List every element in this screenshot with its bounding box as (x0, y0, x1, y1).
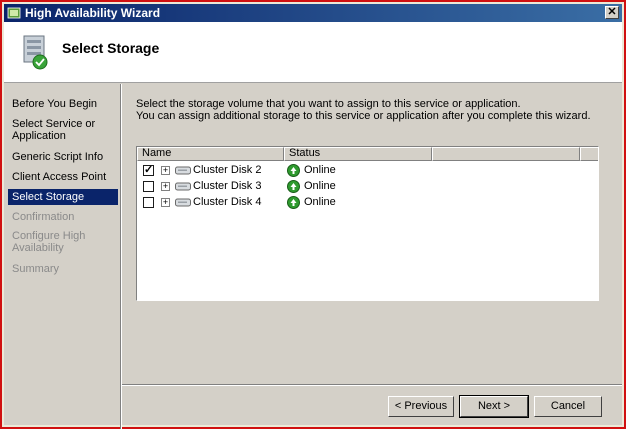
nav-item-configure-high-availability: Configure High Availability (12, 230, 86, 254)
nav-item-before-you-begin[interactable]: Before You Begin (8, 98, 118, 110)
row-checkbox[interactable]: ✓ (143, 164, 154, 176)
storage-wizard-icon (23, 35, 48, 70)
nav-item-select-service[interactable]: Select Service or Application (8, 118, 118, 142)
footer-divider (122, 384, 622, 386)
disk-name: Cluster Disk 3 (193, 180, 262, 192)
expand-icon[interactable]: + (161, 165, 170, 175)
wizard-window: High Availability Wizard ✕ Select Storag… (0, 0, 626, 429)
instructions-line-1: Select the storage volume that you want … (136, 98, 521, 110)
status-text: Online (304, 180, 336, 192)
column-header-status[interactable]: Status (284, 147, 432, 161)
nav-item-select-storage[interactable]: Select Storage (8, 189, 118, 205)
storage-list[interactable]: Name Status ✓ + Cluster Disk 2 Online + … (136, 146, 599, 301)
row-checkbox[interactable] (143, 196, 154, 208)
expand-icon[interactable]: + (161, 197, 170, 207)
expand-icon[interactable]: + (161, 181, 170, 191)
cancel-button[interactable]: Cancel (534, 396, 602, 417)
page-title: Select Storage (62, 40, 160, 56)
storage-list-header: Name Status (137, 147, 598, 161)
online-status-icon (287, 163, 300, 177)
wizard-body: High Availability Wizard ✕ Select Storag… (4, 4, 622, 429)
column-header-filler (580, 147, 598, 161)
nav-item-summary: Summary (12, 263, 60, 275)
nav-divider (120, 84, 122, 429)
wizard-header: Select Storage (4, 22, 622, 83)
close-button[interactable]: ✕ (605, 6, 619, 19)
disk-icon (175, 182, 191, 190)
nav-item-generic-script-info[interactable]: Generic Script Info (8, 151, 118, 163)
title-bar[interactable]: High Availability Wizard ✕ (4, 4, 622, 22)
wizard-app-icon (7, 7, 21, 19)
close-icon: ✕ (607, 6, 617, 18)
nav-item-client-access-point[interactable]: Client Access Point (8, 171, 118, 183)
column-header-blank[interactable] (432, 147, 580, 161)
row-checkbox[interactable] (143, 180, 154, 192)
window-title: High Availability Wizard (25, 6, 161, 20)
disk-icon (175, 166, 191, 174)
disk-name: Cluster Disk 2 (193, 164, 262, 176)
disk-name: Cluster Disk 4 (193, 196, 262, 208)
wizard-steps-nav: Before You Begin Select Service or Appli… (8, 90, 118, 408)
disk-icon (175, 198, 191, 206)
status-text: Online (304, 164, 336, 176)
status-text: Online (304, 196, 336, 208)
online-status-icon (287, 179, 300, 193)
instructions-text: Select the storage volume that you want … (136, 98, 616, 122)
previous-button[interactable]: < Previous (388, 396, 454, 417)
next-button[interactable]: Next > (459, 395, 529, 418)
nav-item-confirmation: Confirmation (12, 211, 75, 223)
online-status-icon (287, 195, 300, 209)
column-header-name[interactable]: Name (137, 147, 284, 161)
instructions-line-2: You can assign additional storage to thi… (136, 110, 591, 122)
